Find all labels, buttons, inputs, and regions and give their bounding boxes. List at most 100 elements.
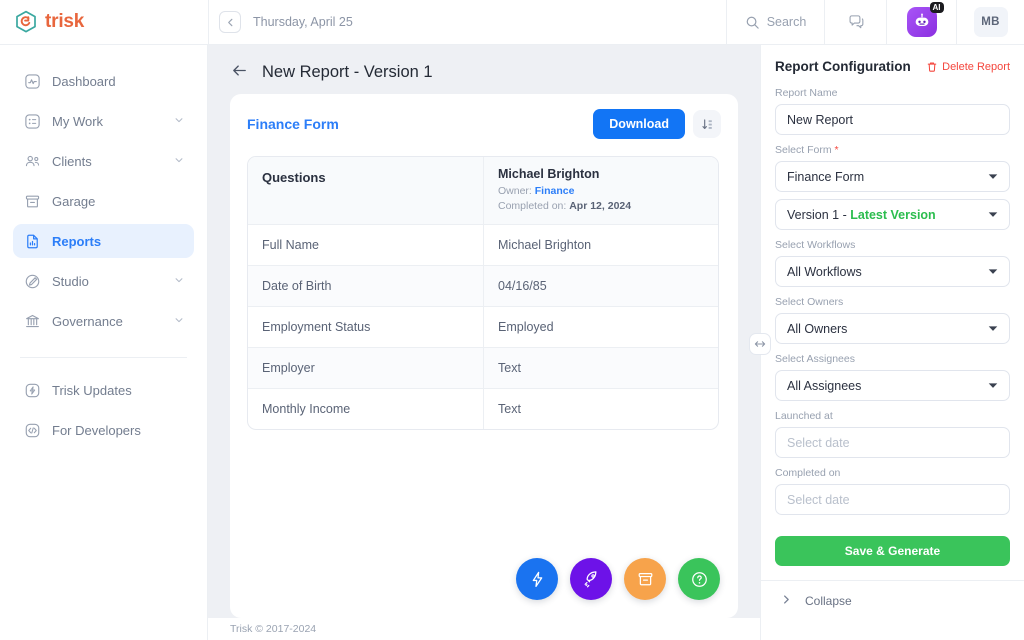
studio-pen-icon: [23, 272, 41, 290]
chevron-down-icon: [174, 275, 184, 288]
page-header: New Report - Version 1: [208, 45, 760, 94]
select-form-dropdown[interactable]: Finance Form: [775, 161, 1010, 192]
dashboard-pulse-icon: [23, 72, 41, 90]
row-answer: Employed: [498, 320, 554, 335]
sidebar-item-my-work[interactable]: My Work: [13, 104, 194, 138]
select-owners-value: All Owners: [787, 321, 848, 336]
collapse-panel-button[interactable]: Collapse: [761, 580, 1024, 621]
row-question: Monthly Income: [248, 389, 484, 430]
row-answer: Text: [498, 361, 521, 376]
select-workflows-label: Select Workflows: [775, 239, 856, 251]
row-answer: 04/16/85: [498, 279, 547, 294]
sidebar-item-garage[interactable]: Garage: [13, 184, 194, 218]
quick-action-lightning-button[interactable]: [516, 558, 558, 600]
field-select-owners: Select Owners All Owners: [775, 296, 1010, 344]
completed-on-label: Completed on: [775, 467, 841, 479]
respondent-owner: Owner: Finance: [498, 184, 704, 199]
owner-value-link[interactable]: Finance: [535, 185, 575, 197]
card-header: Finance Form Download: [247, 109, 721, 139]
search-button[interactable]: Search: [726, 0, 824, 44]
sidebar-item-dashboard[interactable]: Dashboard: [13, 64, 194, 98]
avatar: MB: [973, 7, 1008, 37]
field-select-assignees: Select Assignees All Assignees: [775, 353, 1010, 401]
form-title: Finance Form: [247, 116, 339, 132]
governance-bank-icon: [23, 312, 41, 330]
brand-name: trisk: [45, 11, 85, 32]
save-and-generate-button[interactable]: Save & Generate: [775, 536, 1010, 566]
current-date-label: Thursday, April 25: [253, 15, 353, 29]
completed-on-date-input[interactable]: Select date: [775, 484, 1010, 515]
row-question: Employment Status: [248, 307, 484, 348]
footer: Trisk © 2017-2024: [208, 618, 760, 640]
back-arrow-icon[interactable]: [230, 61, 249, 84]
card-actions: Download: [593, 109, 721, 139]
user-menu-button[interactable]: MB: [956, 0, 1024, 44]
top-bar-right: Search AI MB: [726, 0, 1024, 44]
chat-bubbles-icon: [849, 15, 863, 29]
sidebar-item-clients[interactable]: Clients: [13, 144, 194, 178]
top-bar-middle: Thursday, April 25: [208, 0, 726, 44]
respondent-completed: Completed on: Apr 12, 2024: [498, 199, 704, 214]
sidebar-item-studio[interactable]: Studio: [13, 264, 194, 298]
search-icon: [746, 16, 759, 29]
search-label: Search: [766, 15, 807, 29]
ai-badge: AI: [929, 2, 944, 14]
delete-report-button[interactable]: Delete Report: [926, 61, 1010, 73]
sidebar-item-label: Reports: [52, 233, 102, 249]
lightning-bolt-icon: [532, 571, 542, 587]
version-label: Version 1 -: [787, 207, 851, 222]
report-name-label: Report Name: [775, 87, 838, 99]
chevron-left-icon: [227, 18, 232, 26]
app-root: trisk Thursday, April 25 Search AI MB Da…: [0, 0, 1024, 640]
launched-at-label: Launched at: [775, 410, 833, 422]
help-question-icon: [691, 571, 707, 587]
clients-people-icon: [23, 152, 41, 170]
sidebar-item-governance[interactable]: Governance: [13, 304, 194, 338]
brand-logo[interactable]: trisk: [0, 10, 208, 34]
field-launched-at: Launched at Select date: [775, 410, 1010, 458]
reports-document-chart-icon: [23, 232, 41, 250]
rocket-icon: [584, 570, 596, 587]
chevron-down-icon: [174, 115, 184, 128]
sidebar-item-reports[interactable]: Reports: [13, 224, 194, 258]
chevron-down-icon: [988, 324, 998, 334]
sidebar-item-for-developers[interactable]: For Developers: [13, 413, 194, 447]
messages-button[interactable]: [824, 0, 886, 44]
field-report-name: Report Name New Report: [775, 87, 1010, 135]
top-bar: trisk Thursday, April 25 Search AI MB: [0, 0, 1024, 45]
panel-title: Report Configuration: [775, 59, 911, 74]
report-name-input[interactable]: New Report: [775, 104, 1010, 135]
floating-action-buttons: [516, 558, 720, 600]
sidebar-item-label: Governance: [52, 313, 123, 329]
quick-action-archive-button[interactable]: [624, 558, 666, 600]
ai-assistant-button[interactable]: AI: [886, 0, 956, 44]
sort-descending-icon[interactable]: [693, 110, 721, 138]
chevron-down-icon: [988, 210, 998, 220]
download-button[interactable]: Download: [593, 109, 685, 139]
my-work-list-icon: [23, 112, 41, 130]
sidebar-divider: [20, 357, 187, 358]
launched-at-date-input[interactable]: Select date: [775, 427, 1010, 458]
field-select-workflows: Select Workflows All Workflows: [775, 239, 1010, 287]
select-version-dropdown[interactable]: Version 1 - Latest Version: [775, 199, 1010, 230]
delete-report-label: Delete Report: [942, 60, 1010, 73]
select-workflows-dropdown[interactable]: All Workflows: [775, 256, 1010, 287]
horizontal-resize-icon[interactable]: [749, 333, 771, 355]
select-assignees-dropdown[interactable]: All Assignees: [775, 370, 1010, 401]
chevron-down-icon: [988, 381, 998, 391]
required-asterisk: *: [834, 144, 839, 156]
table-row: Employer Text: [248, 348, 718, 390]
page-title: New Report - Version 1: [262, 63, 433, 81]
row-question: Employer: [248, 348, 484, 389]
questions-column-header: Questions: [248, 157, 484, 225]
collapse-label: Collapse: [805, 594, 852, 608]
sidebar-item-label: Trisk Updates: [52, 382, 132, 398]
trisk-hexagon-logo-icon: [16, 10, 36, 33]
sidebar-item-trisk-updates[interactable]: Trisk Updates: [13, 373, 194, 407]
quick-action-rocket-button[interactable]: [570, 558, 612, 600]
field-completed-on: Completed on Select date: [775, 467, 1010, 515]
sidebar-collapse-button[interactable]: [219, 11, 241, 33]
select-version-value: Version 1 - Latest Version: [787, 208, 936, 222]
select-owners-dropdown[interactable]: All Owners: [775, 313, 1010, 344]
help-button[interactable]: [678, 558, 720, 600]
